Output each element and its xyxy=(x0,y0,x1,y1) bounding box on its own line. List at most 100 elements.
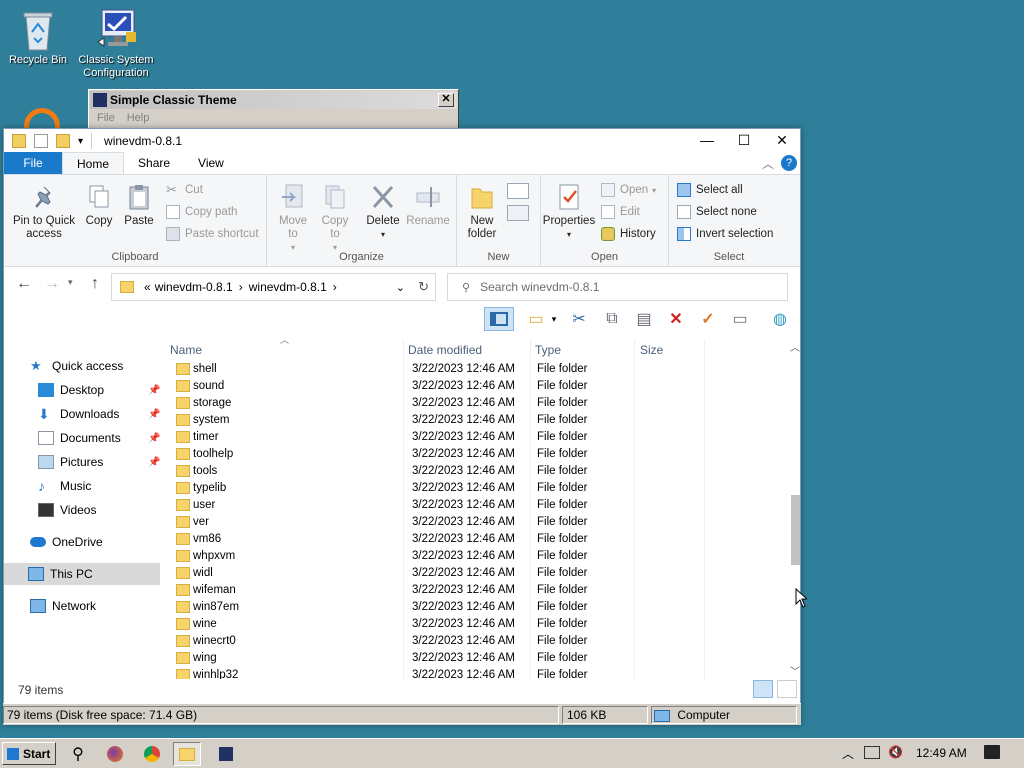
delete-button[interactable]: Delete ▾ xyxy=(363,183,403,241)
simple-classic-theme-window[interactable]: Simple Classic Theme ✕ File Help xyxy=(88,89,459,129)
scrollbar-thumb[interactable] xyxy=(791,495,800,565)
help-icon[interactable]: ? xyxy=(781,155,797,171)
column-header-name[interactable]: Name xyxy=(170,343,202,357)
table-row[interactable]: user 3/22/2023 12:46 AM File folder xyxy=(166,497,788,514)
refresh-icon[interactable]: ↻ xyxy=(418,279,429,295)
pin-icon[interactable]: 📌 xyxy=(148,409,160,420)
details-view-icon[interactable] xyxy=(753,680,773,698)
delete-toolbar-icon[interactable]: ✕ xyxy=(664,307,688,331)
address-prefix[interactable]: « xyxy=(144,280,151,294)
tab-view[interactable]: View xyxy=(184,152,238,174)
classic-config-shortcut[interactable]: Classic System Configuration xyxy=(78,8,154,80)
select-all-button[interactable]: Select all xyxy=(677,183,743,197)
table-row[interactable]: winhlp32 3/22/2023 12:46 AM File folder xyxy=(166,667,788,679)
up-icon[interactable]: ↑ xyxy=(91,275,99,293)
breadcrumb-separator-icon[interactable]: › xyxy=(333,280,337,294)
properties-quick-icon[interactable] xyxy=(34,134,48,148)
invert-selection-button[interactable]: Invert selection xyxy=(677,227,773,241)
rename-button[interactable]: Rename xyxy=(405,183,451,228)
column-header-date-modified[interactable]: Date modified xyxy=(408,343,482,357)
folder-properties-icon[interactable]: ▭ xyxy=(524,307,548,331)
maximize-button[interactable]: ☐ xyxy=(725,129,763,153)
table-row[interactable]: system 3/22/2023 12:46 AM File folder xyxy=(166,412,788,429)
explorer-titlebar[interactable]: ▾ winevdm-0.8.1 — ☐ ✕ xyxy=(4,129,800,153)
quick-access-dropdown-icon[interactable]: ▾ xyxy=(78,136,83,147)
open-button[interactable]: Open ▾ xyxy=(601,183,656,197)
pin-icon[interactable]: 📌 xyxy=(148,385,160,396)
back-icon[interactable]: ← xyxy=(16,275,32,293)
table-row[interactable]: win87em 3/22/2023 12:46 AM File folder xyxy=(166,599,788,616)
new-folder-quick-icon[interactable] xyxy=(56,134,70,148)
nav-documents[interactable]: Documents xyxy=(38,427,121,449)
new-folder-button[interactable]: New folder xyxy=(461,183,503,241)
close-button[interactable]: ✕ xyxy=(763,129,801,153)
pin-icon[interactable]: 📌 xyxy=(148,457,160,468)
notifications-icon[interactable] xyxy=(984,745,1000,759)
minimize-button[interactable]: — xyxy=(688,129,726,153)
nav-this-pc[interactable]: This PC xyxy=(4,563,160,585)
table-row[interactable]: wing 3/22/2023 12:46 AM File folder xyxy=(166,650,788,667)
recent-locations-icon[interactable]: ▾ xyxy=(68,277,73,288)
nav-music[interactable]: ♪ Music xyxy=(38,475,91,497)
table-row[interactable]: tools 3/22/2023 12:46 AM File folder xyxy=(166,463,788,480)
move-to-button[interactable]: Move to ▾ xyxy=(275,183,311,254)
nav-downloads[interactable]: ⬇ Downloads xyxy=(38,403,119,425)
network-tray-icon[interactable] xyxy=(864,746,880,759)
check-toolbar-icon[interactable]: ✓ xyxy=(696,307,720,331)
forward-icon[interactable]: → xyxy=(44,275,60,293)
large-icons-view-icon[interactable] xyxy=(777,680,797,698)
new-item-icon[interactable] xyxy=(507,183,529,199)
table-row[interactable]: wine 3/22/2023 12:46 AM File folder xyxy=(166,616,788,633)
firefox-icon[interactable] xyxy=(101,742,129,766)
theme-window-titlebar[interactable]: Simple Classic Theme ✕ xyxy=(90,91,457,109)
collapse-ribbon-icon[interactable]: ︿ xyxy=(762,155,774,172)
column-header-type[interactable]: Type xyxy=(535,343,561,357)
breadcrumb-item[interactable]: winevdm-0.8.1 xyxy=(155,280,233,294)
select-none-button[interactable]: Select none xyxy=(677,205,757,219)
tab-home[interactable]: Home xyxy=(62,152,125,174)
folder-menu-chevron-icon[interactable]: ▾ xyxy=(548,307,560,331)
table-row[interactable]: timer 3/22/2023 12:46 AM File folder xyxy=(166,429,788,446)
copy-to-button[interactable]: Copy to ▾ xyxy=(317,183,353,254)
show-hidden-icons-icon[interactable]: ︿ xyxy=(842,745,854,762)
volume-muted-icon[interactable]: 🔇 xyxy=(888,745,903,759)
copy-path-button[interactable]: Copy path xyxy=(166,205,237,219)
classic-theme-taskbar-icon[interactable] xyxy=(212,742,240,766)
file-explorer-window[interactable]: ▾ winevdm-0.8.1 — ☐ ✕ File Home Share Vi… xyxy=(3,128,801,725)
vertical-scrollbar[interactable]: ︿ ﹀ xyxy=(789,339,801,679)
scroll-down-icon[interactable]: ﹀ xyxy=(790,663,800,678)
properties-button[interactable]: Properties ▾ xyxy=(541,183,597,241)
table-row[interactable]: wifeman 3/22/2023 12:46 AM File folder xyxy=(166,582,788,599)
recycle-bin-shortcut[interactable]: Recycle Bin xyxy=(0,8,76,67)
table-row[interactable]: winecrt0 3/22/2023 12:46 AM File folder xyxy=(166,633,788,650)
nav-onedrive[interactable]: OneDrive xyxy=(30,531,103,553)
search-taskbar-icon[interactable]: ⚲ xyxy=(64,742,92,766)
globe-toolbar-icon[interactable]: ◍ xyxy=(768,307,792,331)
clock[interactable]: 12:49 AM xyxy=(916,746,967,760)
table-row[interactable]: sound 3/22/2023 12:46 AM File folder xyxy=(166,378,788,395)
scroll-up-icon[interactable]: ︿ xyxy=(790,339,800,354)
pin-icon[interactable]: 📌 xyxy=(148,433,160,444)
cut-button[interactable]: ✂ Cut xyxy=(166,183,203,197)
nav-desktop[interactable]: Desktop xyxy=(38,379,104,401)
address-bar[interactable]: « winevdm-0.8.1 › winevdm-0.8.1 › ⌄ ↻ xyxy=(111,273,436,301)
tab-file[interactable]: File xyxy=(4,152,62,174)
copy-toolbar-icon[interactable]: ⧉ xyxy=(600,307,624,331)
breadcrumb-item[interactable]: winevdm-0.8.1 xyxy=(249,280,327,294)
table-row[interactable]: storage 3/22/2023 12:46 AM File folder xyxy=(166,395,788,412)
address-dropdown-icon[interactable]: ⌄ xyxy=(396,281,405,294)
pin-to-quick-access-button[interactable]: Pin to Quick access xyxy=(8,183,80,241)
paste-shortcut-button[interactable]: Paste shortcut xyxy=(166,227,259,241)
nav-videos[interactable]: Videos xyxy=(38,499,96,521)
table-row[interactable]: whpxvm 3/22/2023 12:46 AM File folder xyxy=(166,548,788,565)
table-row[interactable]: typelib 3/22/2023 12:46 AM File folder xyxy=(166,480,788,497)
table-row[interactable]: widl 3/22/2023 12:46 AM File folder xyxy=(166,565,788,582)
nav-pictures[interactable]: Pictures xyxy=(38,451,103,473)
table-row[interactable]: toolhelp 3/22/2023 12:46 AM File folder xyxy=(166,446,788,463)
rename-toolbar-icon[interactable]: ▭ xyxy=(728,307,752,331)
paste-button[interactable]: Paste xyxy=(122,183,156,228)
theme-menu-help[interactable]: Help xyxy=(127,112,150,124)
table-row[interactable]: vm86 3/22/2023 12:46 AM File folder xyxy=(166,531,788,548)
theme-close-button[interactable]: ✕ xyxy=(438,93,454,107)
cut-toolbar-icon[interactable]: ✂ xyxy=(567,307,591,331)
